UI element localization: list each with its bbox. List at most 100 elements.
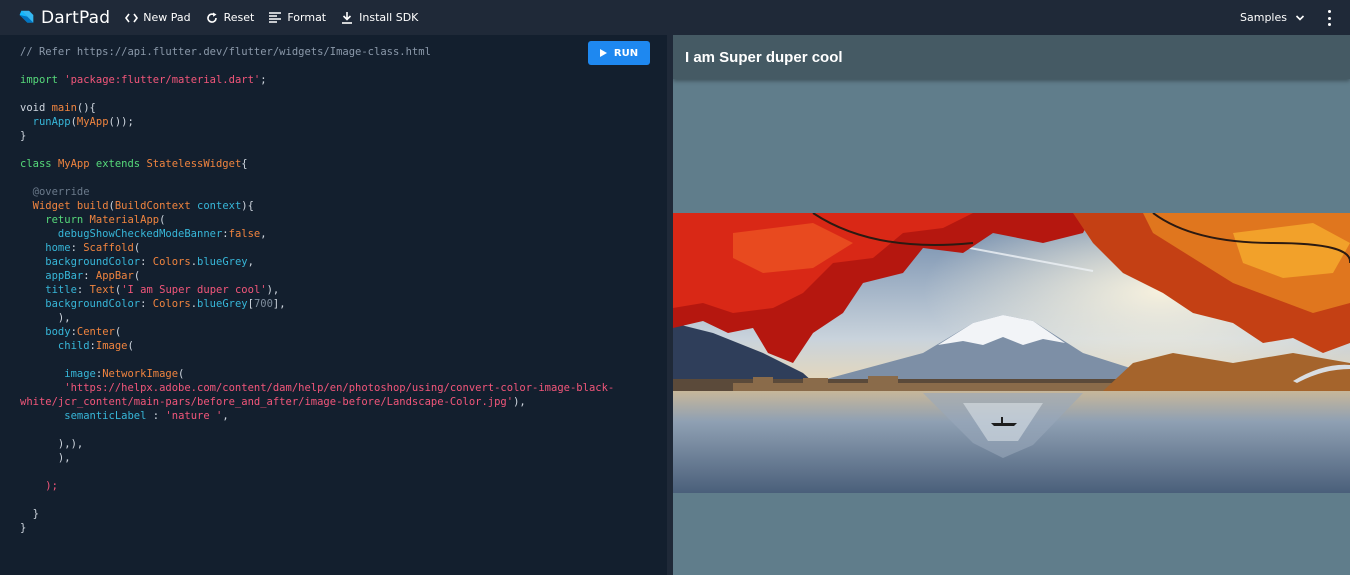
code-token: ], <box>272 298 286 310</box>
code-token: main <box>51 102 77 114</box>
format-button[interactable]: Format <box>268 11 326 25</box>
reset-button[interactable]: Reset <box>205 11 255 25</box>
dart-logo-icon <box>19 10 34 23</box>
code-token: blueGrey <box>197 298 248 310</box>
code-line: } <box>20 521 614 535</box>
code-token: build <box>76 200 109 212</box>
install-sdk-label: Install SDK <box>359 11 419 24</box>
reset-label: Reset <box>223 11 255 24</box>
code-token: { <box>241 158 248 170</box>
code-token: ( <box>133 270 141 282</box>
code-token: ), <box>266 284 280 296</box>
output-preview: I am Super duper cool <box>673 35 1350 575</box>
code-line: Widget build(BuildContext context){ <box>20 199 614 213</box>
code-line: body:Center( <box>20 325 614 339</box>
code-token: Center <box>76 326 115 338</box>
run-label: RUN <box>613 47 639 59</box>
code-token: @override <box>20 186 90 198</box>
code-token: Image <box>95 340 128 352</box>
code-token: Colors <box>152 256 191 268</box>
code-token: MyApp <box>57 158 96 170</box>
code-token: AppBar <box>95 270 134 282</box>
code-line: ), <box>20 451 614 465</box>
code-token: 'package:flutter/material.dart' <box>64 74 261 86</box>
play-icon <box>599 49 607 57</box>
code-token: ( <box>127 340 134 352</box>
code-token: Text <box>89 284 115 296</box>
code-token: } <box>20 130 27 142</box>
code-token: (){ <box>76 102 96 114</box>
code-token: // Refer https://api.flutter.dev/flutter… <box>20 46 431 58</box>
code-brackets-icon <box>124 11 138 25</box>
samples-dropdown[interactable]: Samples <box>1240 0 1305 35</box>
code-token: Colors <box>152 298 191 310</box>
code-token: ()); <box>108 116 134 128</box>
code-line: class MyApp extends StatelessWidget{ <box>20 157 614 171</box>
code-line: semanticLabel : 'nature ', <box>20 409 614 423</box>
code-token: backgroundColor <box>20 256 141 268</box>
format-label: Format <box>287 11 327 24</box>
code-token: 'https://helpx.adobe.com/content/dam/hel… <box>20 382 615 394</box>
code-editor[interactable]: // Refer https://api.flutter.dev/flutter… <box>0 35 667 575</box>
code-token: } <box>20 508 39 520</box>
code-line: @override <box>20 185 614 199</box>
code-line: // Refer https://api.flutter.dev/flutter… <box>20 45 614 59</box>
new-pad-button[interactable]: New Pad <box>124 11 191 25</box>
more-options-icon[interactable] <box>1322 10 1336 26</box>
refresh-icon <box>205 11 219 25</box>
install-sdk-button[interactable]: Install SDK <box>340 11 418 25</box>
code-token: home <box>20 242 71 254</box>
code-token: } <box>20 522 27 534</box>
code-line: } <box>20 129 614 143</box>
new-pad-label: New Pad <box>143 11 191 24</box>
code-token: 700 <box>253 298 273 310</box>
code-token: : <box>152 410 166 422</box>
code-token: , <box>222 410 229 422</box>
code-token: blueGrey <box>197 256 248 268</box>
download-icon <box>340 11 354 25</box>
code-token: StatelessWidget <box>146 158 242 170</box>
preview-app-bar-title: I am Super duper cool <box>685 48 843 66</box>
code-token: : <box>83 270 96 282</box>
code-line: runApp(MyApp()); <box>20 115 614 129</box>
code-token: ),), <box>20 438 84 450</box>
code-token: NetworkImage <box>102 368 179 380</box>
code-token: BuildContext <box>114 200 198 212</box>
code-token: white/jcr_content/main-pars/before_and_a… <box>20 396 514 408</box>
code-line: child:Image( <box>20 339 614 353</box>
code-line: backgroundColor: Colors.blueGrey, <box>20 255 614 269</box>
top-toolbar: DartPad New Pad Reset Format Install SDK… <box>0 0 1350 35</box>
code-token: body <box>20 326 71 338</box>
app-title: DartPad <box>41 7 111 28</box>
code-text[interactable]: // Refer https://api.flutter.dev/flutter… <box>20 45 614 535</box>
code-token: ){ <box>241 200 254 212</box>
code-token: : <box>70 242 84 254</box>
code-token: extends <box>95 158 147 170</box>
code-token: return <box>20 214 90 226</box>
code-token: debugShowCheckedModeBanner <box>20 228 223 240</box>
code-token: class <box>20 158 58 170</box>
code-line: import 'package:flutter/material.dart'; <box>20 73 614 87</box>
code-token: runApp <box>20 116 71 128</box>
code-token: ), <box>20 312 71 324</box>
code-token: context <box>197 200 242 212</box>
code-token: , <box>247 256 254 268</box>
code-token: ), <box>20 452 71 464</box>
dartpad-logo[interactable]: DartPad <box>18 8 110 28</box>
code-line: backgroundColor: Colors.blueGrey[700], <box>20 297 614 311</box>
code-line: ), <box>20 311 614 325</box>
code-line: debugShowCheckedModeBanner:false, <box>20 227 614 241</box>
samples-label: Samples <box>1240 11 1287 24</box>
run-button[interactable]: RUN <box>588 41 650 65</box>
code-token: ); <box>20 480 58 492</box>
code-token: : <box>76 284 90 296</box>
code-token: void <box>20 102 52 114</box>
code-token: MaterialApp <box>89 214 160 226</box>
code-token: ( <box>178 368 185 380</box>
